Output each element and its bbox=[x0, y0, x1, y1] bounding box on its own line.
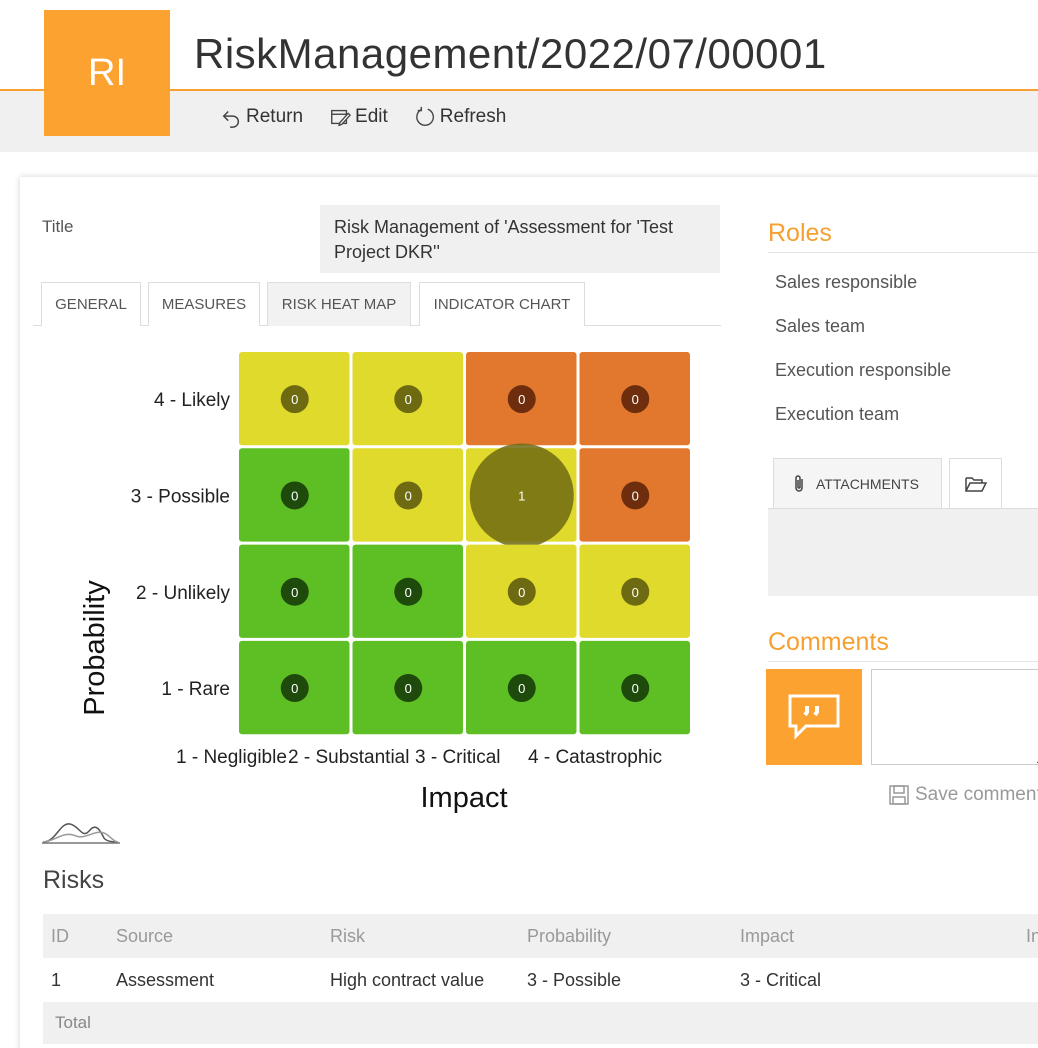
table-total-row: Total bbox=[43, 1002, 1038, 1044]
heatmap-count-label: 0 bbox=[632, 585, 639, 600]
heatmap-count-label: 0 bbox=[632, 488, 639, 503]
cell-impact: 3 - Critical bbox=[740, 969, 822, 990]
tab-bar: GENERAL MEASURES RISK HEAT MAP INDICATOR… bbox=[33, 282, 721, 326]
comments-heading: Comments bbox=[768, 628, 889, 656]
save-comment-button[interactable]: Save comment bbox=[889, 784, 1038, 806]
risk-heat-map: 0 0 0 0 0 0 1 0 0 0 0 0 0 0 0 0 4 - Likely 3 - Possible 2… bbox=[79, 352, 690, 814]
heatmap-column-label: 2 - Substantial bbox=[288, 747, 409, 768]
heatmap-row-label: 1 - Rare bbox=[161, 679, 230, 700]
heatmap-column-label: 1 - Negligible bbox=[176, 747, 287, 768]
table-row[interactable]: 1 Assessment High contract value 3 - Pos… bbox=[43, 958, 1038, 1002]
return-icon bbox=[222, 110, 239, 128]
tab-risk-heat-map[interactable]: RISK HEAT MAP bbox=[267, 282, 411, 326]
return-label: Return bbox=[246, 106, 304, 127]
refresh-button[interactable]: Refresh bbox=[414, 106, 507, 128]
column-header-risk[interactable]: Risk bbox=[330, 914, 365, 958]
paperclip-icon bbox=[795, 475, 803, 492]
edit-button[interactable]: Edit bbox=[329, 106, 388, 128]
refresh-icon bbox=[415, 106, 434, 126]
heatmap-row-label: 3 - Possible bbox=[131, 486, 230, 507]
roles-divider bbox=[768, 252, 1038, 253]
role-execution-team[interactable]: Execution team bbox=[775, 404, 899, 425]
heatmap-count-label: 0 bbox=[632, 392, 639, 407]
heatmap-count-label: 0 bbox=[405, 392, 412, 407]
heatmap-count-label: 0 bbox=[518, 681, 525, 696]
column-header-impact[interactable]: Impact bbox=[740, 914, 794, 958]
heatmap-count-label: 1 bbox=[518, 488, 525, 503]
total-label: Total bbox=[55, 1013, 91, 1032]
risks-table: ID Source Risk Probability Impact In 1 A… bbox=[43, 914, 1038, 1044]
tab-folder[interactable] bbox=[949, 458, 1002, 509]
comment-input[interactable] bbox=[871, 669, 1038, 765]
heatmap-column-label: 4 - Catastrophic bbox=[528, 747, 662, 768]
column-header-in[interactable]: In bbox=[1026, 914, 1038, 958]
heatmap-count-label: 0 bbox=[405, 681, 412, 696]
cell-probability: 3 - Possible bbox=[527, 969, 622, 990]
edit-label: Edit bbox=[355, 106, 388, 127]
tab-general[interactable]: GENERAL bbox=[41, 282, 141, 326]
toolbar: Return Edit Refresh bbox=[220, 106, 506, 128]
tab-indicator-chart[interactable]: INDICATOR CHART bbox=[419, 282, 585, 326]
heatmap-column-label: 3 - Critical bbox=[415, 747, 501, 768]
heatmap-count-label: 0 bbox=[632, 681, 639, 696]
table-header-row: ID Source Risk Probability Impact In bbox=[43, 914, 1038, 958]
heatmap-count-label: 0 bbox=[291, 392, 298, 407]
roles-heading: Roles bbox=[768, 219, 832, 247]
refresh-label: Refresh bbox=[439, 106, 507, 127]
heatmap-count-label: 0 bbox=[291, 488, 298, 503]
cell-id: 1 bbox=[51, 969, 62, 990]
heatmap-row-label: 2 - Unlikely bbox=[136, 583, 230, 604]
risks-heading: Risks bbox=[43, 866, 105, 894]
save-icon bbox=[889, 785, 909, 805]
role-execution-responsible[interactable]: Execution responsible bbox=[775, 360, 951, 381]
attachments-label: ATTACHMENTS bbox=[816, 476, 919, 492]
heatmap-y-axis-label: Probability bbox=[79, 580, 111, 716]
comments-divider bbox=[768, 661, 1038, 662]
header-bar: RI RiskManagement/2022/07/00001 Return E… bbox=[0, 0, 1038, 152]
heatmap-x-axis-label: Impact bbox=[420, 782, 507, 814]
title-field-label: Title bbox=[42, 217, 74, 236]
heatmap-count-label: 0 bbox=[291, 681, 298, 696]
column-header-probability[interactable]: Probability bbox=[527, 914, 611, 958]
heatmap-count-label: 0 bbox=[405, 488, 412, 503]
comment-avatar bbox=[766, 669, 862, 765]
heatmap-count-label: 0 bbox=[518, 392, 525, 407]
folder-open-icon bbox=[964, 477, 987, 492]
save-comment-label: Save comment bbox=[915, 784, 1038, 805]
column-header-source[interactable]: Source bbox=[116, 914, 173, 958]
title-field-value: Risk Management of 'Assessment for 'Test… bbox=[320, 205, 720, 273]
tab-measures[interactable]: MEASURES bbox=[148, 282, 260, 326]
return-button[interactable]: Return bbox=[220, 106, 303, 128]
distribution-chart-icon bbox=[42, 823, 120, 844]
heatmap-count-label: 0 bbox=[405, 585, 412, 600]
attachments-panel bbox=[768, 508, 1038, 596]
heatmap-row-label: 4 - Likely bbox=[154, 390, 231, 411]
cell-risk: High contract value bbox=[330, 969, 485, 990]
heatmap-count-label: 0 bbox=[518, 585, 525, 600]
record-avatar: RI bbox=[44, 10, 170, 136]
speech-bubble-icon bbox=[788, 694, 840, 740]
role-sales-responsible[interactable]: Sales responsible bbox=[775, 272, 917, 293]
edit-icon bbox=[331, 109, 352, 127]
tab-attachments[interactable]: ATTACHMENTS bbox=[773, 458, 942, 509]
column-header-id[interactable]: ID bbox=[51, 914, 69, 958]
cell-source: Assessment bbox=[116, 969, 215, 990]
heatmap-count-label: 0 bbox=[291, 585, 298, 600]
role-sales-team[interactable]: Sales team bbox=[775, 316, 865, 337]
page-title: RiskManagement/2022/07/00001 bbox=[194, 30, 827, 77]
